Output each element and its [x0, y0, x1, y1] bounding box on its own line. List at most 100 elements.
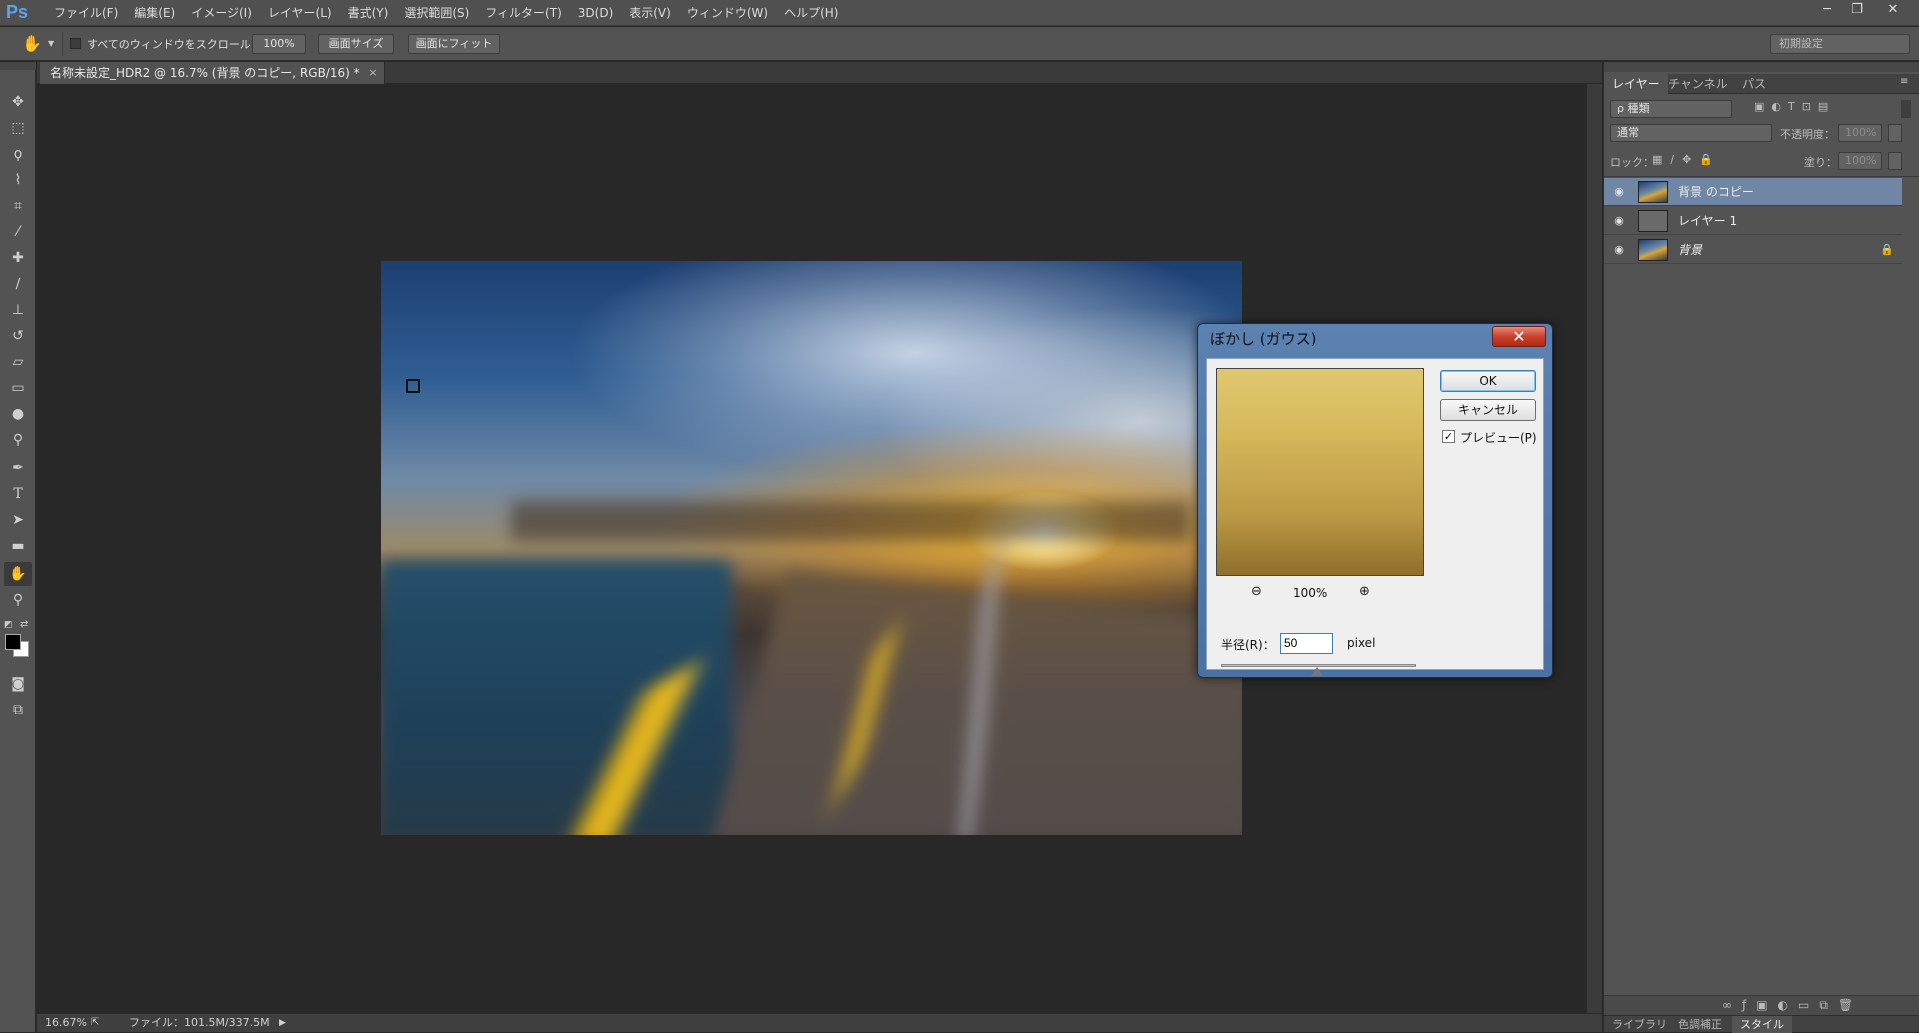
close-window-button[interactable]: ✕ [1878, 0, 1908, 20]
layers-panel-footer: ∞ƒ▣◐▭⧉🗑 [1604, 995, 1919, 1015]
zoom-tool-icon[interactable]: ⚲ [4, 588, 32, 612]
quick-mask-icon[interactable]: ◙ [4, 672, 32, 696]
export-icon[interactable]: ⇱ [91, 1014, 99, 1032]
minimize-button[interactable]: ─ [1812, 0, 1842, 20]
vertical-scrollbar[interactable] [1586, 84, 1602, 1013]
history-brush-tool-icon[interactable]: ↺ [4, 324, 32, 348]
foreground-color-swatch[interactable] [5, 634, 21, 650]
filter-kind-select[interactable]: ρ 種類 [1610, 100, 1732, 118]
radius-unit: pixel [1347, 636, 1376, 650]
zoom-in-icon[interactable]: ⊕ [1359, 584, 1370, 599]
zoom-out-icon[interactable]: ⊖ [1251, 584, 1262, 599]
gradient-tool-icon[interactable]: ▭ [4, 376, 32, 400]
fill-screen-button[interactable]: 画面にフィット [408, 34, 500, 54]
chevron-down-icon[interactable]: ▼ [48, 39, 54, 48]
quick-select-tool-icon[interactable]: ⌇ [4, 168, 32, 192]
opacity-dropdown[interactable] [1888, 124, 1902, 142]
tab-layers[interactable]: レイヤー [1604, 74, 1668, 94]
dodge-tool-icon[interactable]: ⚲ [4, 428, 32, 452]
layer-row-layer-1[interactable]: ◉ レイヤー 1 [1604, 207, 1902, 235]
crop-tool-icon[interactable]: ⌗ [4, 194, 32, 218]
menu-3d[interactable]: 3D(D) [570, 0, 621, 26]
tab-channels[interactable]: チャンネル [1660, 74, 1736, 94]
menu-layer[interactable]: レイヤー(L) [260, 0, 340, 26]
fill-dropdown[interactable] [1888, 152, 1902, 170]
filter-toggle[interactable] [1901, 100, 1911, 118]
menu-view[interactable]: 表示(V) [621, 0, 679, 26]
bottom-panel-tabs: ライブラリ 色調補正 スタイル [1604, 1015, 1919, 1033]
menu-edit[interactable]: 編集(E) [126, 0, 183, 26]
fill-field[interactable]: 100% [1838, 152, 1882, 170]
shape-tool-icon[interactable]: ▬ [4, 534, 32, 558]
restore-button[interactable]: ❐ [1842, 0, 1872, 20]
eyedropper-tool-icon[interactable]: ⁄ [4, 220, 32, 244]
layer-row-background-copy[interactable]: ◉ 背景 のコピー [1604, 178, 1902, 206]
blend-mode-select[interactable]: 通常 [1610, 124, 1772, 142]
cancel-button[interactable]: キャンセル [1440, 399, 1536, 421]
workspace-select[interactable]: 初期設定 [1770, 34, 1910, 54]
ok-button[interactable]: OK [1440, 370, 1536, 392]
menu-help[interactable]: ヘルプ(H) [776, 0, 846, 26]
path-select-tool-icon[interactable]: ➤ [4, 508, 32, 532]
screen-mode-icon[interactable]: ⧉ [4, 698, 32, 722]
divider [1604, 176, 1919, 177]
eye-icon[interactable]: ◉ [1612, 214, 1626, 228]
scroll-all-checkbox[interactable] [70, 38, 81, 49]
status-menu-arrow-icon[interactable]: ▶ [279, 1014, 286, 1032]
layer-name: 背景 [1678, 243, 1703, 257]
cursor-square-marker [406, 379, 420, 393]
tab-libraries[interactable]: ライブラリ [1604, 1016, 1675, 1033]
eye-icon[interactable]: ◉ [1612, 243, 1626, 257]
marquee-tool-icon[interactable]: ⬚ [4, 116, 32, 140]
close-icon[interactable]: × [368, 62, 377, 84]
default-colors-icon[interactable]: ◩ [4, 620, 13, 630]
menu-window[interactable]: ウィンドウ(W) [679, 0, 776, 26]
panel-menu-icon[interactable]: ≡ [1900, 76, 1908, 87]
eraser-tool-icon[interactable]: ▱ [4, 350, 32, 374]
brush-tool-icon[interactable]: ∕ [4, 272, 32, 296]
menu-file[interactable]: ファイル(F) [46, 0, 126, 26]
filter-icons[interactable]: ▣◐T⊡▤ [1754, 100, 1835, 113]
document-tab[interactable]: 名称未設定_HDR2 @ 16.7% (背景 のコピー, RGB/16) * × [40, 62, 385, 84]
preview-zoom-level: 100% [1293, 586, 1328, 600]
radius-input[interactable]: 50 [1280, 633, 1333, 654]
document-image[interactable] [381, 261, 1242, 835]
preview-area[interactable] [1216, 368, 1424, 576]
fit-screen-button[interactable]: 画面サイズ [318, 34, 394, 54]
zoom-level[interactable]: 16.67% [45, 1014, 87, 1032]
lock-icons[interactable]: ▦∕✥🔒 [1652, 153, 1721, 166]
divider [62, 32, 63, 56]
zoom-100-button[interactable]: 100% [252, 34, 306, 54]
tab-adjustments[interactable]: 色調補正 [1670, 1016, 1730, 1033]
eye-icon[interactable]: ◉ [1612, 185, 1626, 199]
toolbar-grip[interactable] [0, 62, 36, 70]
hand-tool-icon[interactable]: ✋ [4, 562, 32, 586]
layer-row-background[interactable]: ◉ 背景 🔒 [1604, 236, 1902, 264]
status-bar: 16.67% ⇱ ファイル：101.5M/337.5M ▶ [37, 1013, 1602, 1032]
close-icon[interactable]: ✕ [1492, 326, 1546, 347]
tab-paths[interactable]: パス [1734, 74, 1774, 94]
healing-brush-tool-icon[interactable]: ✚ [4, 246, 32, 270]
opacity-label: 不透明度： [1780, 128, 1835, 141]
layer-thumbnail [1638, 210, 1668, 232]
opacity-field[interactable]: 100% [1838, 124, 1882, 142]
menu-type[interactable]: 書式(Y) [340, 0, 397, 26]
tab-styles[interactable]: スタイル [1732, 1016, 1792, 1033]
type-tool-icon[interactable]: T [4, 482, 32, 506]
layer-thumbnail [1638, 181, 1668, 203]
menu-select[interactable]: 選択範囲(S) [396, 0, 477, 26]
layer-actions-icons[interactable]: ∞ƒ▣◐▭⧉🗑 [1722, 998, 1863, 1013]
lasso-tool-icon[interactable]: ϙ [4, 142, 32, 166]
blur-tool-icon[interactable]: ● [4, 402, 32, 426]
stamp-tool-icon[interactable]: ⊥ [4, 298, 32, 322]
move-tool-icon[interactable]: ✥ [4, 90, 32, 114]
preview-checkbox[interactable]: ✓ [1442, 430, 1455, 443]
menu-filter[interactable]: フィルター(T) [477, 0, 569, 26]
hand-tool-preset-icon[interactable]: ✋ [22, 34, 42, 53]
pen-tool-icon[interactable]: ✒ [4, 456, 32, 480]
menu-image[interactable]: イメージ(I) [183, 0, 260, 26]
radius-slider-thumb[interactable] [1311, 667, 1323, 676]
dialog-body: ⊖ 100% ⊕ 半径(R)： 50 pixel OK キャンセル ✓ プレビュ… [1206, 358, 1544, 676]
swap-colors-icon[interactable]: ⇄ [20, 619, 28, 630]
panel-grip[interactable] [1604, 62, 1919, 72]
